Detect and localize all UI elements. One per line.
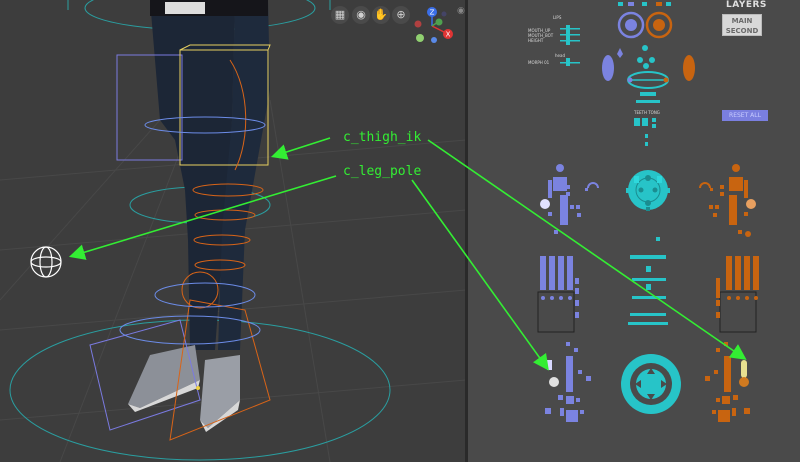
- z-axis-label: Z: [430, 9, 435, 17]
- left-hand-controls[interactable]: [537, 256, 579, 333]
- head-label: head: [555, 53, 565, 58]
- left-arm-controls[interactable]: [540, 164, 599, 234]
- face-controls[interactable]: [602, 2, 695, 103]
- pan-hand-icon[interactable]: ✋: [372, 6, 390, 24]
- layer-second-label: SECOND: [725, 27, 759, 35]
- right-leg-controls[interactable]: [705, 342, 750, 422]
- lips-label: LIPS: [553, 15, 562, 20]
- head-morph-handle[interactable]: [566, 58, 570, 66]
- morph-label: MORPH 01: [528, 60, 550, 65]
- left-leg-controls[interactable]: [545, 342, 591, 422]
- reset-all-button[interactable]: RESET ALL: [722, 110, 768, 121]
- right-hand-controls[interactable]: [716, 256, 759, 333]
- layers-title: LAYERS: [726, 0, 767, 10]
- orientation-gizmo[interactable]: Z X: [408, 4, 460, 46]
- layer-main-label: MAIN: [731, 17, 753, 25]
- height-label: HEIGHT: [528, 38, 544, 43]
- lips-handle[interactable]: [566, 25, 570, 45]
- teeth-controls[interactable]: [634, 118, 656, 146]
- root-control[interactable]: [621, 354, 681, 414]
- camera-icon[interactable]: ◉: [352, 6, 370, 24]
- x-axis-label: X: [446, 31, 451, 39]
- 3d-viewport[interactable]: ▦ ◉ ✋ ⊕ Z X ◉: [0, 0, 466, 462]
- teeth-tong-label: TEETH TONG: [633, 110, 660, 115]
- right-arm-controls[interactable]: [699, 164, 756, 237]
- layer-button-main-second[interactable]: MAIN SECOND: [722, 14, 762, 36]
- rig-picker-panel: LIPS MOUTH_UP MOUTH_BOT HEIGHT head MORP…: [468, 0, 800, 462]
- torso-controls[interactable]: [626, 170, 670, 325]
- selected-thigh-ik-control[interactable]: [741, 360, 747, 378]
- grid-icon[interactable]: ▦: [331, 6, 349, 24]
- viewport-scene: [0, 0, 466, 462]
- picker-canvas: LIPS MOUTH_UP MOUTH_BOT HEIGHT head MORP…: [528, 2, 759, 422]
